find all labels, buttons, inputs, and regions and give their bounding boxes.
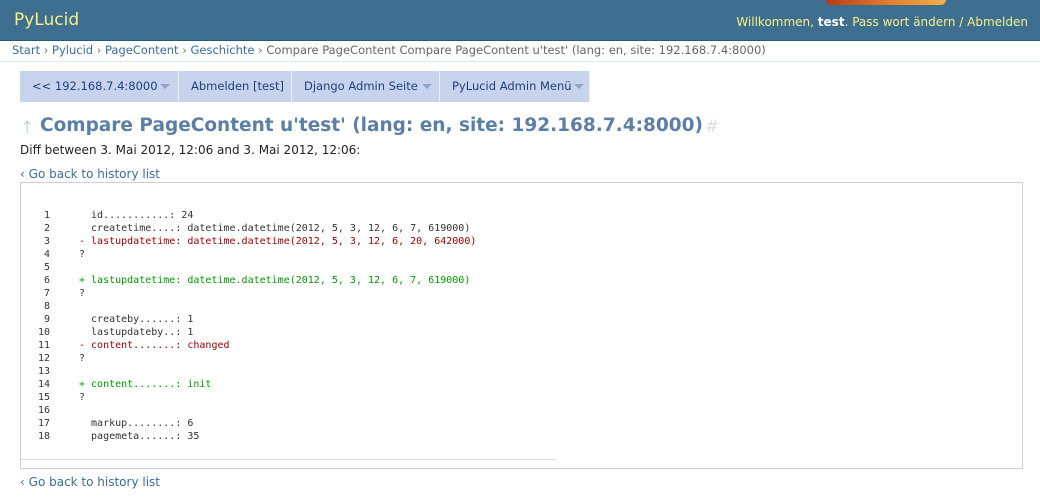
chevron-down-icon (422, 84, 432, 89)
chevron-left-icon: ‹ (20, 167, 25, 181)
diff-line-text: ? (79, 353, 86, 364)
diff-line-number: 16 (37, 405, 50, 416)
menu-item-label: << 192.168.7.4:8000 (32, 79, 158, 93)
diff-line-number: 3 (43, 236, 50, 247)
chevron-down-icon (160, 84, 170, 89)
back-link-label: Go back to history list (28, 475, 161, 489)
diff-line-text: lastupdateby..: 1 (79, 327, 194, 338)
diff-line-number: 6 (43, 275, 50, 286)
back-link-label: Go back to history list (28, 167, 161, 181)
diff-line-text: ? (79, 392, 86, 403)
diff-line-number: 12 (37, 353, 50, 364)
up-arrow-icon[interactable]: ↑ (20, 118, 34, 138)
diff-line-number: 15 (37, 392, 50, 403)
diff-line-text: - content.......: changed (79, 340, 230, 351)
change-password-link[interactable]: Pass wort ändern (852, 15, 955, 29)
menu-item-django-admin[interactable]: Django Admin Seite (292, 71, 440, 102)
diff-line-text: createtime....: datetime.datetime(2012, … (79, 223, 471, 234)
diff-line-text: + content.......: init (79, 379, 212, 390)
breadcrumb-current: Compare PageContent Compare PageContent … (266, 43, 766, 57)
diff-line-number: 17 (37, 418, 50, 429)
diff-line-text: ? (79, 249, 86, 260)
diff-line-number: 11 (37, 340, 50, 351)
username: test (817, 15, 845, 29)
breadcrumb-separator: › (96, 43, 102, 57)
diff-description: Diff between 3. Mai 2012, 12:06 and 3. M… (20, 143, 361, 157)
diff-line-text: ? (79, 288, 86, 299)
breadcrumb-divider (0, 61, 1040, 62)
breadcrumb-pagecontent[interactable]: PageContent (105, 43, 179, 57)
menu-item-pylucid-admin[interactable]: PyLucid Admin Menü (440, 71, 590, 102)
breadcrumb-separator: › (43, 43, 49, 57)
breadcrumb: Start › Pylucid › PageContent › Geschich… (12, 43, 766, 57)
diff-bottom-rule (21, 459, 557, 460)
breadcrumb-start[interactable]: Start (12, 43, 40, 57)
diff-line-text: + lastupdatetime: datetime.datetime(2012… (79, 275, 471, 286)
site-header: PyLucid Willkommen, test. Pass wort ände… (0, 0, 1040, 41)
permalink-icon[interactable]: # (705, 117, 719, 137)
breadcrumb-separator: › (258, 43, 263, 57)
diff-line-text: - lastupdatetime: datetime.datetime(2012… (79, 236, 477, 247)
admin-menu-bar: << 192.168.7.4:8000 Abmelden [test] Djan… (20, 71, 590, 102)
diff-line-number: 1 (43, 210, 50, 221)
site-logo[interactable]: PyLucid (14, 10, 79, 30)
chevron-down-icon (574, 84, 584, 89)
back-to-history-link-bottom[interactable]: ‹ Go back to history list (20, 475, 160, 489)
breadcrumb-geschichte[interactable]: Geschichte (190, 43, 254, 57)
welcome-text: Willkommen, (736, 15, 818, 29)
menu-item-label: Abmelden [test] (191, 79, 285, 93)
menu-item-logout[interactable]: Abmelden [test] (179, 71, 292, 102)
diff-line-number: 9 (43, 314, 50, 325)
diff-line-number: 8 (43, 301, 50, 312)
diff-line-number: 5 (43, 262, 50, 273)
diff-panel: 1 id...........: 24 2 createtime....: dat… (20, 182, 1023, 469)
logout-link[interactable]: Abmelden (967, 15, 1028, 29)
header-decoration (826, 0, 946, 5)
diff-line-number: 7 (43, 288, 50, 299)
diff-line-number: 14 (37, 379, 50, 390)
diff-line-number: 13 (37, 366, 50, 377)
user-bar: Willkommen, test. Pass wort ändern / Abm… (736, 15, 1028, 29)
menu-item-back-to-site[interactable]: << 192.168.7.4:8000 (20, 71, 179, 102)
diff-line-number: 10 (37, 327, 50, 338)
welcome-suffix: . (844, 15, 849, 29)
menu-item-label: Django Admin Seite (304, 79, 418, 93)
diff-line-text: id...........: 24 (79, 210, 194, 221)
diff-line-number: 18 (37, 431, 50, 442)
diff-line-number: 2 (43, 223, 50, 234)
back-to-history-link-top[interactable]: ‹ Go back to history list (20, 167, 160, 181)
userbar-separator: / (955, 15, 968, 29)
diff-line-text: createby......: 1 (79, 314, 194, 325)
menu-item-label: PyLucid Admin Menü (452, 79, 572, 93)
diff-line-text: pagemeta......: 35 (79, 431, 200, 442)
chevron-left-icon: ‹ (20, 475, 25, 489)
diff-line-text: markup........: 6 (79, 418, 194, 429)
breadcrumb-separator: › (182, 43, 187, 57)
page-title: Compare PageContent u'test' (lang: en, s… (40, 115, 703, 136)
diff-line-number: 4 (43, 249, 50, 260)
breadcrumb-pylucid[interactable]: Pylucid (52, 43, 93, 57)
